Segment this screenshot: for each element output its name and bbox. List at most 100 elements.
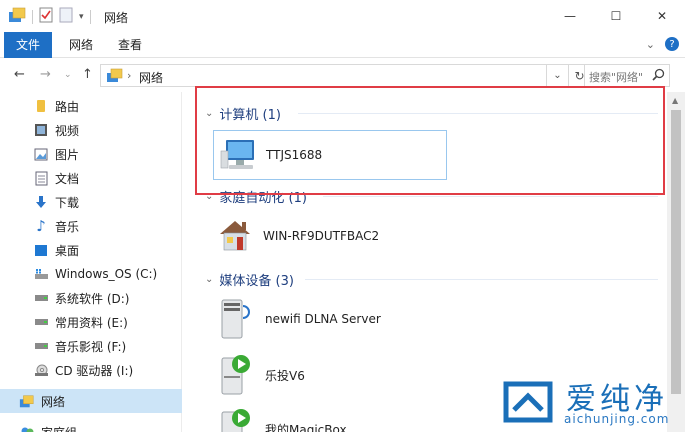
drive-icon	[33, 338, 49, 354]
item-label: newifi DLNA Server	[265, 312, 381, 326]
sidebar-item-music[interactable]: ♪ 音乐	[0, 214, 182, 238]
list-item-media-device[interactable]: 我的MagicBox	[219, 406, 347, 432]
sidebar-item-network[interactable]: 网络	[0, 389, 182, 413]
toolbar-divider	[89, 9, 91, 24]
expand-ribbon-icon[interactable]: ⌄	[646, 38, 655, 51]
watermark-logo-icon	[500, 378, 556, 429]
group-divider	[323, 196, 658, 197]
list-item-home-device[interactable]: WIN-RF9DUTFBAC2	[217, 214, 379, 258]
group-title: 媒体设备 (3)	[219, 274, 294, 289]
close-button[interactable]: ✕	[639, 0, 685, 32]
document-icon	[33, 170, 49, 186]
up-icon[interactable]: ↑	[82, 67, 93, 82]
minimize-icon: —	[564, 9, 576, 23]
maximize-icon: ☐	[610, 9, 622, 23]
media-server-icon	[219, 296, 253, 343]
sidebar-item-homegroup[interactable]: 家庭组	[0, 420, 182, 432]
item-label: 我的MagicBox	[265, 422, 347, 432]
scrollbar-thumb[interactable]	[671, 110, 681, 394]
list-item-media-device[interactable]: 乐投V6	[219, 352, 305, 398]
forward-icon[interactable]: →	[40, 67, 51, 82]
chevron-down-icon: ⌄	[205, 274, 214, 285]
sidebar-item-label: 家庭组	[41, 424, 77, 432]
window-title: 网络	[104, 11, 129, 25]
navigation-pane: 路由 视频 图片 文档 下载 ♪ 音乐 桌面 Windows_OS (C:) 系…	[0, 92, 182, 432]
sidebar-item-drive-c[interactable]: Windows_OS (C:)	[0, 262, 182, 286]
cd-drive-icon	[33, 362, 49, 378]
house-icon	[217, 217, 253, 256]
recent-locations-icon[interactable]: ⌄	[64, 70, 72, 80]
item-label: 乐投V6	[265, 368, 305, 383]
desktop-icon	[33, 242, 49, 258]
picture-icon	[33, 146, 49, 162]
media-device-icon	[219, 352, 253, 399]
drive-icon	[33, 290, 49, 306]
customize-toolbar-icon[interactable]: ▾	[79, 12, 84, 22]
sidebar-item-router[interactable]: 路由	[0, 94, 182, 118]
sidebar-item-label: 文档	[55, 171, 80, 186]
sidebar-item-label: 音乐	[55, 219, 80, 234]
back-icon[interactable]: ←	[14, 67, 25, 82]
search-icon[interactable]	[652, 68, 665, 84]
sidebar-item-cd-drive[interactable]: CD 驱动器 (I:)	[0, 358, 182, 382]
sidebar-item-label: Windows_OS (C:)	[55, 267, 158, 281]
explorer-app-icon[interactable]	[8, 7, 26, 26]
homegroup-icon	[19, 424, 35, 432]
search-placeholder: 搜索"网络"	[589, 71, 644, 84]
drive-icon	[33, 314, 49, 330]
search-box[interactable]: 搜索"网络"	[584, 64, 670, 87]
music-icon: ♪	[36, 217, 46, 235]
sidebar-item-label: 下载	[55, 195, 80, 210]
sidebar-item-drive-d[interactable]: 系统软件 (D:)	[0, 286, 182, 310]
sidebar-item-label: 网络	[41, 394, 66, 409]
close-icon: ✕	[656, 9, 668, 23]
item-label: WIN-RF9DUTFBAC2	[263, 229, 380, 243]
watermark: 爱纯净 aichunjing.com	[498, 372, 684, 430]
network-location-icon	[106, 68, 124, 86]
highlight-box	[195, 86, 665, 195]
sidebar-item-label: 系统软件 (D:)	[55, 291, 130, 306]
address-bar[interactable]: › 网络	[100, 64, 547, 87]
router-icon	[33, 98, 49, 114]
media-device-icon	[219, 406, 253, 432]
sidebar-item-drive-e[interactable]: 常用资料 (E:)	[0, 310, 182, 334]
scroll-up-icon[interactable]: ▲	[672, 96, 678, 105]
sidebar-item-videos[interactable]: 视频	[0, 118, 182, 142]
sidebar-item-label: 桌面	[55, 243, 80, 258]
quick-access-toolbar: ▾	[8, 7, 91, 26]
address-dropdown-icon[interactable]: ⌄	[547, 64, 569, 87]
sidebar-item-downloads[interactable]: 下载	[0, 190, 182, 214]
tab-view[interactable]: 查看	[105, 32, 155, 58]
download-icon	[33, 194, 49, 210]
minimize-button[interactable]: —	[547, 0, 593, 32]
address-path[interactable]: 网络	[139, 69, 163, 86]
sidebar-item-label: CD 驱动器 (I:)	[55, 363, 134, 378]
video-icon	[33, 122, 49, 138]
new-folder-icon[interactable]	[59, 7, 73, 26]
sidebar-item-label: 常用资料 (E:)	[55, 315, 128, 330]
sidebar-item-documents[interactable]: 文档	[0, 166, 182, 190]
group-divider	[305, 279, 658, 280]
network-icon	[19, 393, 35, 409]
sidebar-item-drive-f[interactable]: 音乐影视 (F:)	[0, 334, 182, 358]
sidebar-item-label: 图片	[55, 147, 80, 162]
sidebar-item-label: 音乐影视 (F:)	[55, 339, 127, 354]
help-icon[interactable]: ?	[665, 37, 679, 51]
ribbon-controls: ⌄ ?	[646, 37, 679, 51]
sidebar-item-desktop[interactable]: 桌面	[0, 238, 182, 262]
toolbar-divider	[32, 9, 33, 24]
windows-drive-icon	[33, 266, 49, 282]
properties-icon[interactable]	[39, 7, 53, 26]
navigation-pane-scrollbar[interactable]	[183, 92, 193, 432]
title-bar: ▾ 网络 — ☐ ✕	[0, 0, 685, 32]
tab-file[interactable]: 文件	[4, 32, 52, 58]
sidebar-item-pictures[interactable]: 图片	[0, 142, 182, 166]
list-item-media-server[interactable]: newifi DLNA Server	[219, 296, 381, 342]
watermark-url: aichunjing.com	[564, 412, 670, 426]
sidebar-item-label: 路由	[55, 99, 80, 114]
breadcrumb-separator-icon: ›	[127, 69, 132, 82]
group-header-media-devices[interactable]: ⌄ 媒体设备 (3)	[205, 270, 294, 289]
ribbon-tabs: 文件 网络 查看 ⌄ ?	[0, 32, 685, 58]
maximize-button[interactable]: ☐	[593, 0, 639, 32]
tab-network[interactable]: 网络	[56, 32, 106, 58]
